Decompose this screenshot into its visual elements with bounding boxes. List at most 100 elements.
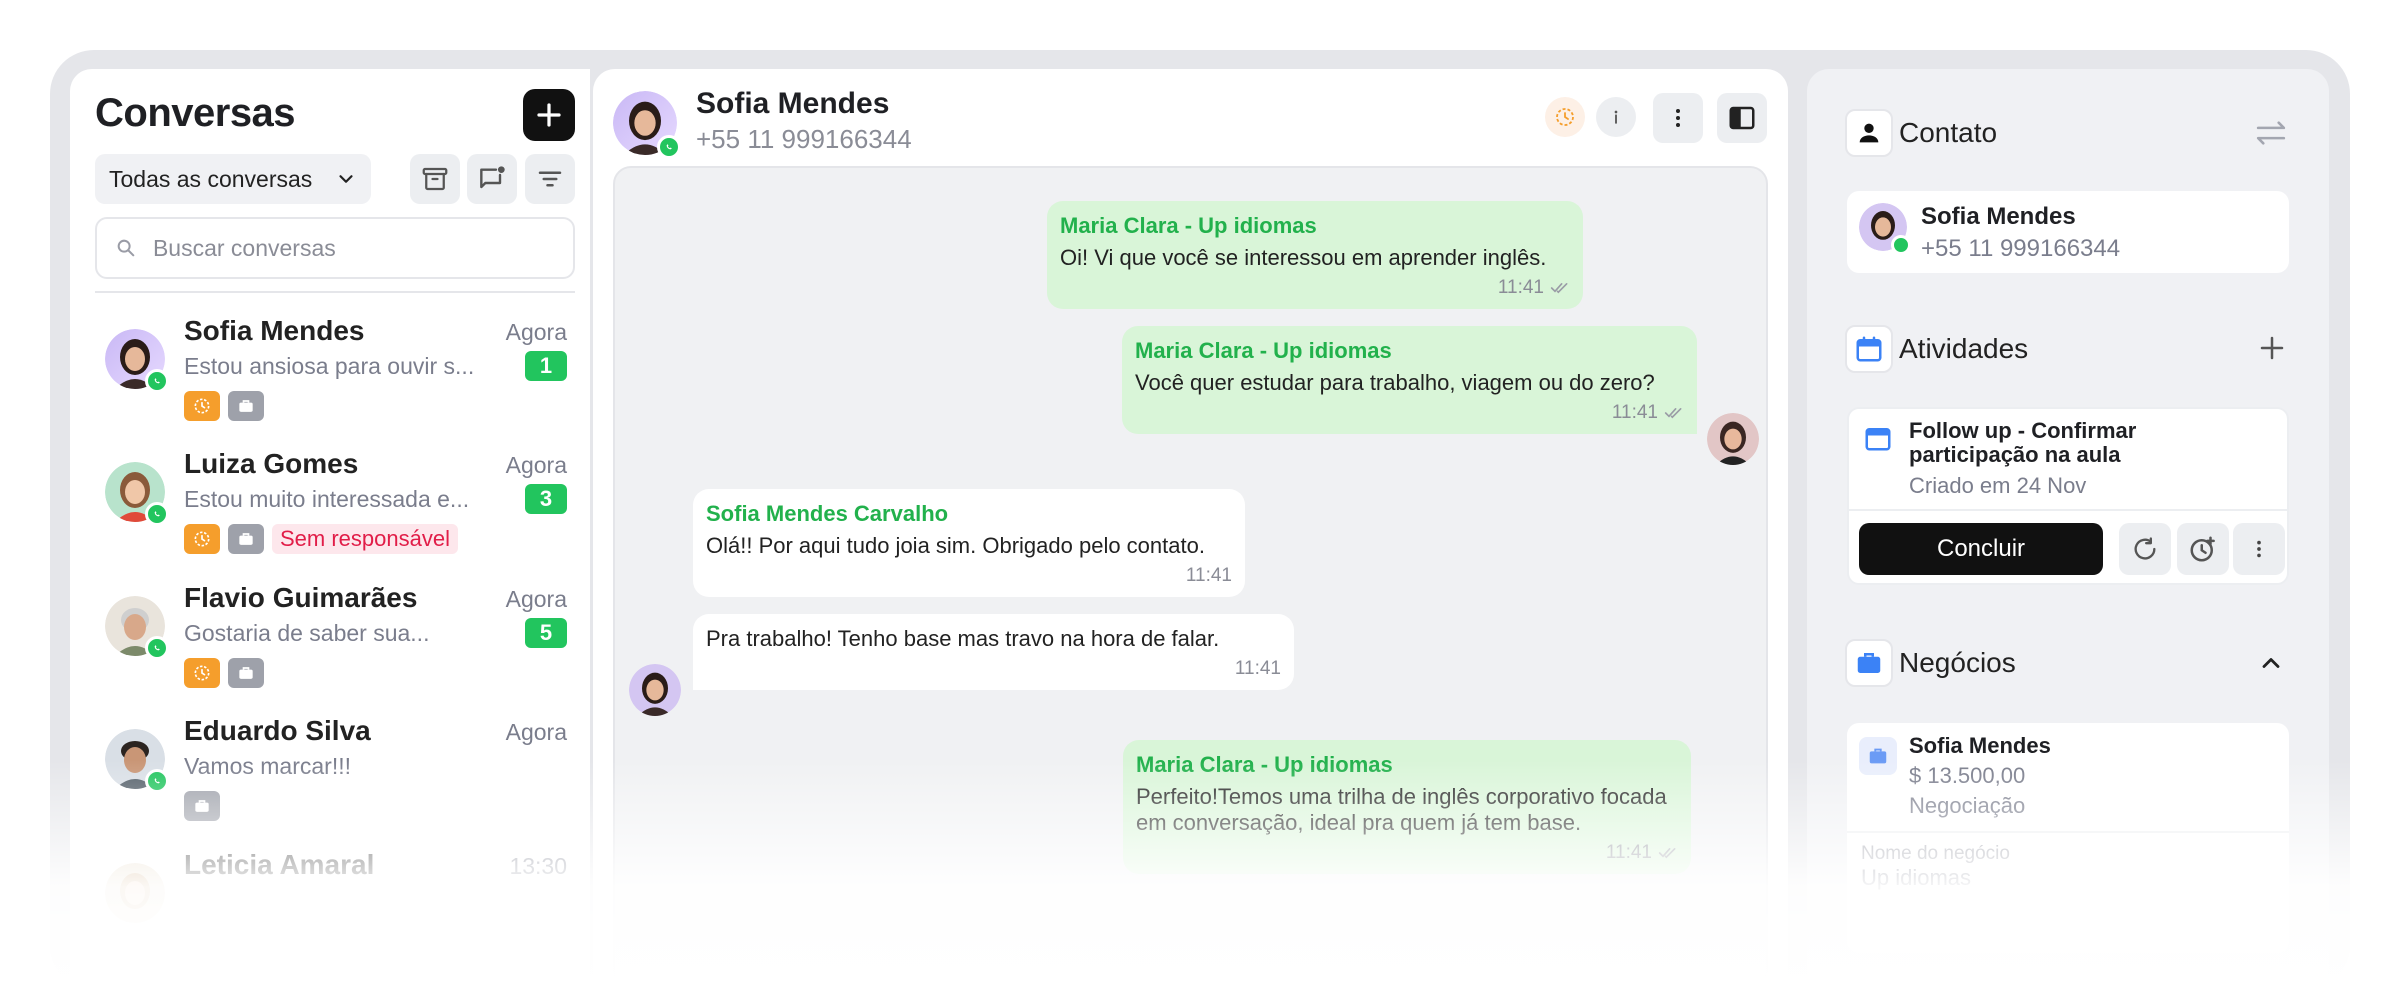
avatar <box>105 596 169 660</box>
message-text: Você quer estudar para trabalho, viagem … <box>1135 370 1655 395</box>
activities-icon-box <box>1845 325 1893 373</box>
message-time: 11:41 <box>1611 402 1658 423</box>
divider <box>1849 509 2287 511</box>
agent-avatar <box>1707 413 1759 465</box>
message-sender: Maria Clara - Up idiomas <box>1136 752 1393 777</box>
calendar-icon <box>1865 428 1891 451</box>
filter-lines-icon <box>538 171 562 187</box>
message-time: 11:41 <box>1497 277 1544 298</box>
divider <box>1847 831 2289 833</box>
message-preview: Estou ansiosa para ouvir s... <box>184 353 475 379</box>
unread-filter-button[interactable] <box>467 154 517 204</box>
message-preview: Gostaria de saber sua... <box>184 620 430 646</box>
message-bubble-incoming: Sofia Mendes Carvalho Olá!! Por aqui tud… <box>693 489 1245 597</box>
clock-icon <box>1556 108 1574 126</box>
unread-badge: 3 <box>525 484 567 514</box>
clock-plus-icon <box>2190 536 2215 562</box>
chat-contact-phone: +55 11 999166344 <box>696 124 912 154</box>
deal-stage: Negociação <box>1909 793 2026 818</box>
calendar-icon <box>1856 336 1882 362</box>
more-options-button[interactable] <box>1653 93 1703 143</box>
refresh-icon <box>2134 537 2156 560</box>
info-button[interactable] <box>1596 97 1636 137</box>
swap-icon[interactable] <box>2253 117 2289 149</box>
avatar <box>105 729 169 793</box>
timestamp: Agora <box>505 452 567 478</box>
timestamp: Agora <box>505 719 567 745</box>
toggle-sidebar-button[interactable] <box>1717 93 1767 143</box>
contact-name: Luiza Gomes <box>184 448 359 479</box>
deal-item[interactable]: Sofia Mendes $ 13.500,00 Negociação Nome… <box>1847 723 2289 953</box>
timestamp: Agora <box>505 586 567 612</box>
message-bubble-outgoing: Maria Clara - Up idiomas Você quer estud… <box>1122 326 1697 434</box>
info-icon <box>1614 110 1618 124</box>
timestamp: Agora <box>505 319 567 345</box>
contact-name: Sofia Mendes <box>184 315 365 346</box>
conversation-filter-dropdown[interactable]: Todas as conversas <box>95 154 371 204</box>
activity-title: Follow up - Confirmar participação na au… <box>1909 418 2137 467</box>
tags <box>184 658 264 688</box>
add-reminder-button[interactable] <box>2177 523 2229 575</box>
message-text: Oi! Vi que você se interessou em aprende… <box>1060 245 1547 270</box>
avatar <box>1859 203 1911 255</box>
search-input[interactable] <box>152 234 555 262</box>
sort-filter-button[interactable] <box>525 154 575 204</box>
activities-card: Atividades Follow up - Confirmar partici… <box>1827 305 2309 603</box>
deals-card: Negócios Sofia Mendes $ 13.500,00 Negoci… <box>1827 621 2309 990</box>
chevron-down-icon <box>339 175 353 183</box>
unassigned-tag: Sem responsável <box>272 524 458 554</box>
search-icon <box>117 239 135 257</box>
conversation-item-luiza[interactable]: Luiza Gomes Agora Estou muito interessad… <box>95 448 575 576</box>
add-activity-icon[interactable] <box>2257 333 2287 363</box>
clock-tag-icon <box>184 391 220 421</box>
contact-name: Sofia Mendes <box>1921 203 2076 230</box>
archive-button[interactable] <box>410 154 460 204</box>
reschedule-button[interactable] <box>2119 523 2171 575</box>
chevron-up-icon[interactable] <box>2257 649 2285 677</box>
deal-value: $ 13.500,00 <box>1909 763 2026 788</box>
briefcase-tag-icon <box>228 391 264 421</box>
message-preview: Estou muito interessada e... <box>184 486 470 512</box>
briefcase-tag-icon <box>228 524 264 554</box>
contact-card: Contato Sofia Mendes +55 11 999166344 <box>1827 87 2309 287</box>
conversation-item-eduardo[interactable]: Eduardo Silva Agora Vamos marcar!!! <box>95 715 575 843</box>
conversation-item-flavio[interactable]: Flavio Guimarães Agora Gostaria de saber… <box>95 582 575 710</box>
new-conversation-button[interactable] <box>523 89 575 141</box>
message-time-row: 11:41 <box>1060 277 1570 299</box>
plus-icon <box>537 103 561 127</box>
search-conversations[interactable] <box>95 217 575 279</box>
complete-button[interactable]: Concluir <box>1859 523 2103 575</box>
contact-icon-box <box>1845 109 1893 157</box>
contact-name: Flavio Guimarães <box>184 582 418 613</box>
contact-card-title: Contato <box>1899 117 1998 148</box>
whatsapp-icon <box>657 135 681 159</box>
whatsapp-icon <box>145 769 169 793</box>
whatsapp-icon <box>145 502 169 526</box>
activity-more-button[interactable] <box>2233 523 2285 575</box>
clock-tag-icon <box>184 658 220 688</box>
whatsapp-icon <box>145 636 169 660</box>
contact-avatar <box>629 664 681 716</box>
message-sender: Sofia Mendes Carvalho <box>706 501 949 526</box>
conversation-item-leticia[interactable]: Leticia Amaral 13:30 <box>95 849 575 977</box>
message-time-row: 11:41 <box>1135 402 1684 424</box>
snooze-button[interactable] <box>1545 97 1585 137</box>
contact-name: Leticia Amaral <box>184 849 375 880</box>
deal-field-value: Up idiomas <box>1861 865 1972 890</box>
tags: Sem responsável <box>184 524 458 554</box>
timestamp: 13:30 <box>509 853 567 879</box>
message-time-row: 11:41 <box>706 658 1281 680</box>
more-vertical-icon <box>2257 540 2261 558</box>
chat-avatar[interactable] <box>613 91 681 159</box>
message-bubble-outgoing: Maria Clara - Up idiomas Oi! Vi que você… <box>1047 201 1583 309</box>
avatar <box>105 329 169 393</box>
contact-details: Sofia Mendes +55 11 999166344 <box>1847 191 2289 273</box>
contact-phone: +55 11 999166344 <box>1921 235 2121 262</box>
conversation-item-sofia[interactable]: Sofia Mendes Agora Estou ansiosa para ou… <box>95 315 575 443</box>
more-vertical-icon <box>1676 109 1680 127</box>
activities-title: Atividades <box>1899 333 2029 364</box>
page-title: Conversas <box>95 91 296 135</box>
briefcase-icon <box>1859 737 1897 775</box>
message-text: Perfeito!Temos uma trilha de inglês corp… <box>1136 784 1667 835</box>
chat-notification-icon <box>480 166 505 189</box>
